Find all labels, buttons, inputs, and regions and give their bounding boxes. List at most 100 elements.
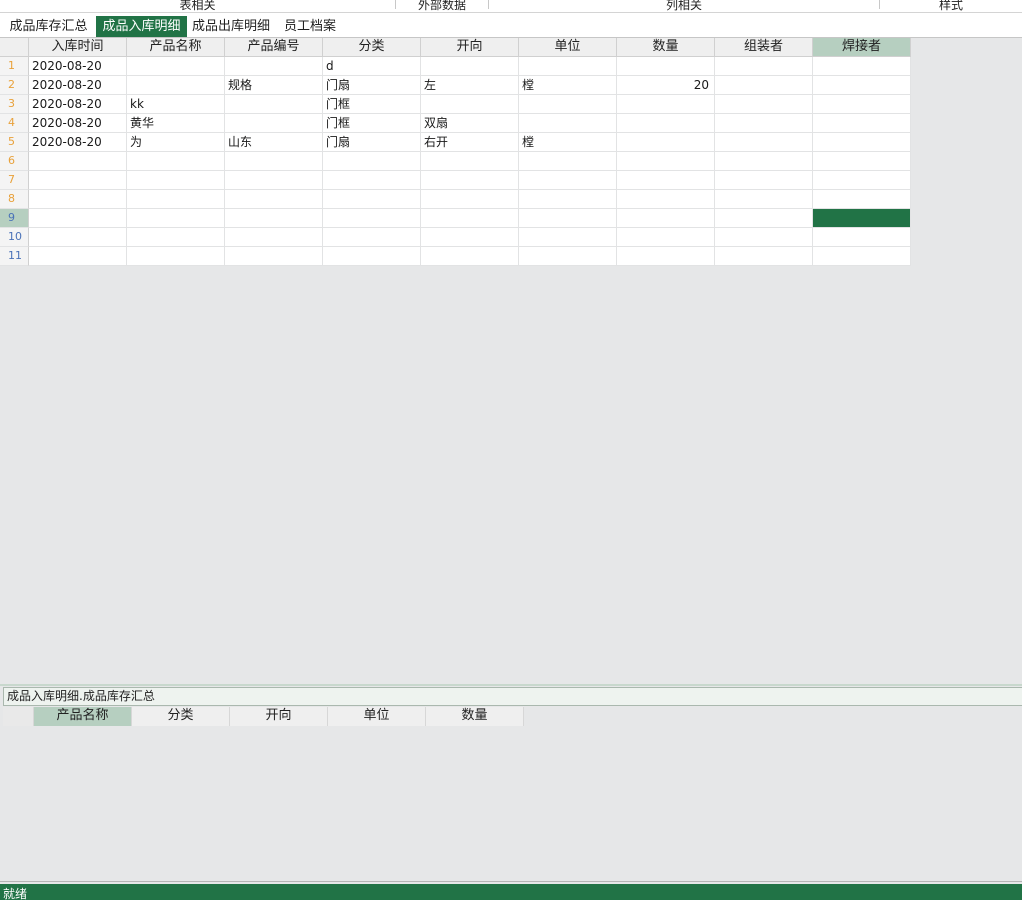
cell-product-name[interactable] [127, 152, 225, 171]
cell-category[interactable]: 门扇 [323, 133, 421, 152]
cell-quantity[interactable]: 20 [617, 76, 715, 95]
cell-inbound-time[interactable]: 2020-08-20 [29, 114, 127, 133]
cell-assembler[interactable] [715, 95, 813, 114]
cell-category[interactable] [323, 171, 421, 190]
cell-welder[interactable] [813, 152, 911, 171]
cell-assembler[interactable] [715, 114, 813, 133]
cell-assembler[interactable] [715, 228, 813, 247]
cell-product-code[interactable] [225, 114, 323, 133]
column-header-opening-direction[interactable]: 开向 [421, 38, 519, 57]
cell-assembler[interactable] [715, 133, 813, 152]
row-number[interactable]: 2 [0, 76, 29, 95]
cell-unit[interactable]: 樘 [519, 133, 617, 152]
cell-quantity[interactable] [617, 171, 715, 190]
cell-assembler[interactable] [715, 209, 813, 228]
column-header-product-code[interactable]: 产品编号 [225, 38, 323, 57]
cell-inbound-time[interactable] [29, 171, 127, 190]
cell-welder[interactable] [813, 57, 911, 76]
column-header-inbound-time[interactable]: 入库时间 [29, 38, 127, 57]
cell-product-name[interactable] [127, 247, 225, 266]
cell-unit[interactable] [519, 228, 617, 247]
cell-product-code[interactable] [225, 171, 323, 190]
cell-unit[interactable] [519, 95, 617, 114]
column-header-quantity[interactable]: 数量 [617, 38, 715, 57]
cell-quantity[interactable] [617, 114, 715, 133]
row-number[interactable]: 3 [0, 95, 29, 114]
row-number[interactable]: 9 [0, 209, 29, 228]
cell-inbound-time[interactable] [29, 209, 127, 228]
row-number[interactable]: 5 [0, 133, 29, 152]
cell-welder[interactable] [813, 228, 911, 247]
cell-category[interactable] [323, 209, 421, 228]
cell-opening-direction[interactable] [421, 171, 519, 190]
cell-welder[interactable] [813, 114, 911, 133]
cell-quantity[interactable] [617, 57, 715, 76]
cell-assembler[interactable] [715, 152, 813, 171]
row-number[interactable]: 7 [0, 171, 29, 190]
cell-opening-direction[interactable]: 双扇 [421, 114, 519, 133]
cell-opening-direction[interactable] [421, 190, 519, 209]
cell-inbound-time[interactable] [29, 228, 127, 247]
cell-product-name[interactable]: kk [127, 95, 225, 114]
cell-assembler[interactable] [715, 190, 813, 209]
cell-product-code[interactable] [225, 190, 323, 209]
cell-inbound-time[interactable] [29, 247, 127, 266]
cell-welder[interactable] [813, 171, 911, 190]
cell-unit[interactable] [519, 190, 617, 209]
cell-product-code[interactable] [225, 57, 323, 76]
cell-unit[interactable] [519, 247, 617, 266]
cell-opening-direction[interactable] [421, 209, 519, 228]
cell-product-code[interactable] [225, 152, 323, 171]
cell-assembler[interactable] [715, 247, 813, 266]
cell-category[interactable]: d [323, 57, 421, 76]
cell-product-name[interactable]: 为 [127, 133, 225, 152]
cell-opening-direction[interactable] [421, 247, 519, 266]
cell-unit[interactable] [519, 57, 617, 76]
cell-product-code[interactable] [225, 209, 323, 228]
column-header-unit[interactable]: 单位 [519, 38, 617, 57]
column-header-welder[interactable]: 焊接者 [813, 38, 911, 57]
cell-category[interactable]: 门框 [323, 95, 421, 114]
cell-product-name[interactable] [127, 228, 225, 247]
cell-quantity[interactable] [617, 209, 715, 228]
cell-quantity[interactable] [617, 228, 715, 247]
sub-column-header-opening-direction[interactable]: 开向 [230, 707, 328, 726]
cell-category[interactable]: 门框 [323, 114, 421, 133]
cell-quantity[interactable] [617, 152, 715, 171]
cell-assembler[interactable] [715, 171, 813, 190]
cell-category[interactable] [323, 152, 421, 171]
column-header-assembler[interactable]: 组装者 [715, 38, 813, 57]
cell-assembler[interactable] [715, 76, 813, 95]
cell-inbound-time[interactable]: 2020-08-20 [29, 57, 127, 76]
cell-unit[interactable]: 樘 [519, 76, 617, 95]
cell-product-code[interactable]: 山东 [225, 133, 323, 152]
tab-finished-inbound-detail[interactable]: 成品入库明细 [96, 16, 187, 37]
cell-inbound-time[interactable] [29, 152, 127, 171]
cell-inbound-time[interactable]: 2020-08-20 [29, 76, 127, 95]
column-header-category[interactable]: 分类 [323, 38, 421, 57]
row-number[interactable]: 4 [0, 114, 29, 133]
row-number[interactable]: 1 [0, 57, 29, 76]
cell-product-name[interactable] [127, 190, 225, 209]
cell-category[interactable] [323, 228, 421, 247]
sub-column-header-unit[interactable]: 单位 [328, 707, 426, 726]
cell-quantity[interactable] [617, 133, 715, 152]
cell-category[interactable] [323, 190, 421, 209]
cell-welder[interactable] [813, 76, 911, 95]
cell-inbound-time[interactable] [29, 190, 127, 209]
panel-splitter[interactable] [0, 684, 1022, 686]
cell-product-name[interactable] [127, 171, 225, 190]
cell-product-name[interactable] [127, 209, 225, 228]
cell-product-code[interactable] [225, 95, 323, 114]
cell-product-code[interactable] [225, 228, 323, 247]
cell-opening-direction[interactable]: 右开 [421, 133, 519, 152]
column-header-product-name[interactable]: 产品名称 [127, 38, 225, 57]
cell-product-code[interactable]: 规格 [225, 76, 323, 95]
cell-category[interactable] [323, 247, 421, 266]
row-number[interactable]: 8 [0, 190, 29, 209]
cell-product-name[interactable] [127, 57, 225, 76]
cell-welder[interactable] [813, 95, 911, 114]
select-all-corner[interactable] [0, 38, 29, 57]
tab-finished-stock-summary[interactable]: 成品库存汇总 [5, 16, 92, 37]
cell-unit[interactable] [519, 171, 617, 190]
